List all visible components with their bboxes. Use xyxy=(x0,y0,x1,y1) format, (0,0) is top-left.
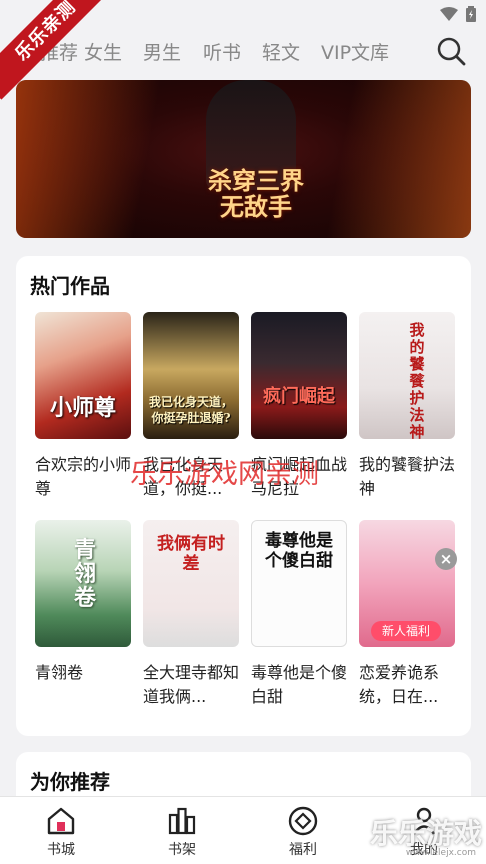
book-cover[interactable]: 疯门崛起 xyxy=(251,312,347,439)
book-cover[interactable]: 小师尊 xyxy=(35,312,131,439)
section-title-hot: 热门作品 xyxy=(30,274,110,298)
tab-female[interactable]: 女生 xyxy=(84,38,122,65)
close-icon[interactable]: × xyxy=(435,548,457,570)
book-title[interactable]: 全大理寺都知道我俩... xyxy=(143,661,239,709)
book-item[interactable]: 小师尊 合欢宗的小师尊 xyxy=(35,312,131,501)
promo-badge[interactable]: 新人福利 xyxy=(371,621,441,641)
book-cover[interactable]: 新人福利 xyxy=(359,520,455,647)
book-title[interactable]: 青翎卷 xyxy=(35,661,131,685)
section-title-recommend: 为你推荐 xyxy=(30,770,110,794)
banner-title: 杀穿三界 无敌手 xyxy=(208,166,304,221)
nav-item-welfare[interactable]: 福利 xyxy=(273,805,333,859)
status-icons xyxy=(440,6,476,22)
nav-label: 福利 xyxy=(289,842,317,858)
book-cover[interactable]: 毒尊他是个傻白甜 xyxy=(251,520,347,647)
banner[interactable]: 杀穿三界 无敌手 xyxy=(16,80,471,238)
book-item[interactable]: 毒尊他是个傻白甜 毒尊他是个傻白甜 xyxy=(251,520,347,709)
tab-vip-library[interactable]: VIP文库 xyxy=(321,38,389,65)
watermark-url: www.lelejx.com xyxy=(405,848,476,858)
watermark-corner: 乐乐游戏 xyxy=(369,817,482,850)
book-title[interactable]: 恋爱养诡系统，日在... xyxy=(359,661,455,709)
book-title[interactable]: 毒尊他是个傻白甜 xyxy=(251,661,347,709)
book-cover[interactable]: 我已化身天道，你挺孕肚退婚? xyxy=(143,312,239,439)
book-cover[interactable]: 青翎卷 xyxy=(35,520,131,647)
book-title[interactable]: 我的饕餮护法神 xyxy=(359,453,455,501)
hot-works-card: 热门作品 小师尊 合欢宗的小师尊 我已化身天道，你挺孕肚退婚? 我已化身天道，你… xyxy=(16,256,471,736)
tab-light-novel[interactable]: 轻文 xyxy=(262,38,300,65)
nav-item-bookstore[interactable]: 书城 xyxy=(31,805,91,859)
wifi-icon xyxy=(440,7,458,21)
home-icon xyxy=(47,807,75,835)
welfare-icon xyxy=(288,806,318,836)
search-icon[interactable] xyxy=(436,36,466,66)
nav-item-bookshelf[interactable]: 书架 xyxy=(152,805,212,859)
tab-audiobook[interactable]: 听书 xyxy=(203,38,241,65)
nav-label: 书架 xyxy=(168,842,196,858)
book-cover[interactable]: 我的饕餮护法神 xyxy=(359,312,455,439)
book-item[interactable]: 我的饕餮护法神 我的饕餮护法神 xyxy=(359,312,455,501)
book-title[interactable]: 合欢宗的小师尊 xyxy=(35,453,131,501)
nav-label: 书城 xyxy=(47,842,75,858)
bookshelf-icon xyxy=(168,807,196,835)
watermark-text: 乐乐游戏网亲测 xyxy=(130,459,319,490)
book-cover[interactable]: 我俩有时差 xyxy=(143,520,239,647)
book-item[interactable]: 青翎卷 青翎卷 xyxy=(35,520,131,685)
tab-male[interactable]: 男生 xyxy=(143,38,181,65)
book-item[interactable]: 我俩有时差 全大理寺都知道我俩... xyxy=(143,520,239,709)
battery-icon xyxy=(466,6,476,22)
top-tabs: 推荐 女生 男生 听书 轻文 VIP文库 xyxy=(0,30,486,70)
